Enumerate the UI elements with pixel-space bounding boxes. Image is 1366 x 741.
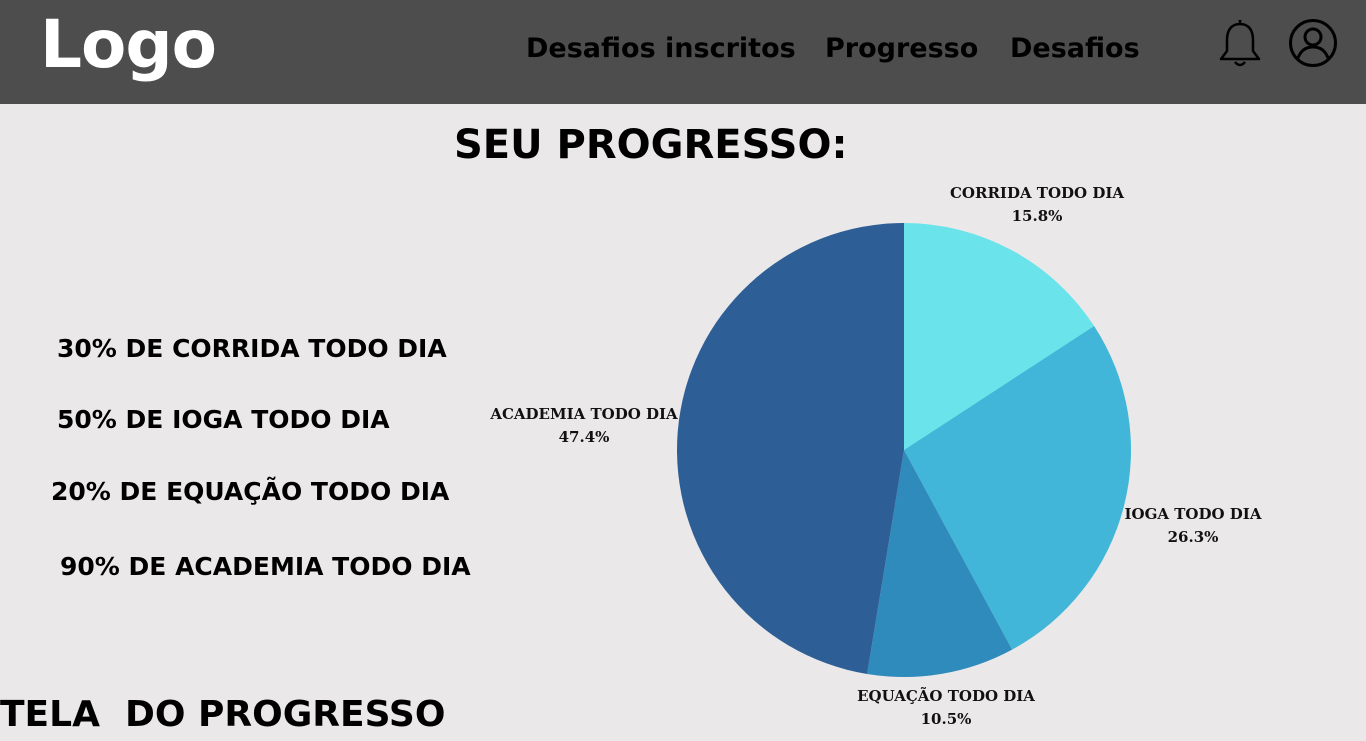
progress-pie-chart: CORRIDA TODO DIA 15.8% IOGA TODO DIA 26.3% E… (489, 184, 1262, 728)
slice-percent-academia: 47.4% (559, 428, 610, 446)
slice-label-equacao: EQUAÇÃO TODO DIA (857, 686, 1035, 705)
slice-label-ioga: IOGA TODO DIA (1125, 505, 1262, 523)
slice-percent-corrida: 15.8% (1012, 207, 1063, 225)
slice-label-academia: ACADEMIA TODO DIA (489, 405, 678, 423)
slice-label-corrida: CORRIDA TODO DIA (950, 184, 1124, 202)
slice-percent-ioga: 26.3% (1168, 528, 1219, 546)
pie-slice-academia (677, 223, 904, 674)
screen-title: TELA DO PROGRESSO (0, 694, 446, 735)
slice-percent-equacao: 10.5% (921, 710, 972, 728)
